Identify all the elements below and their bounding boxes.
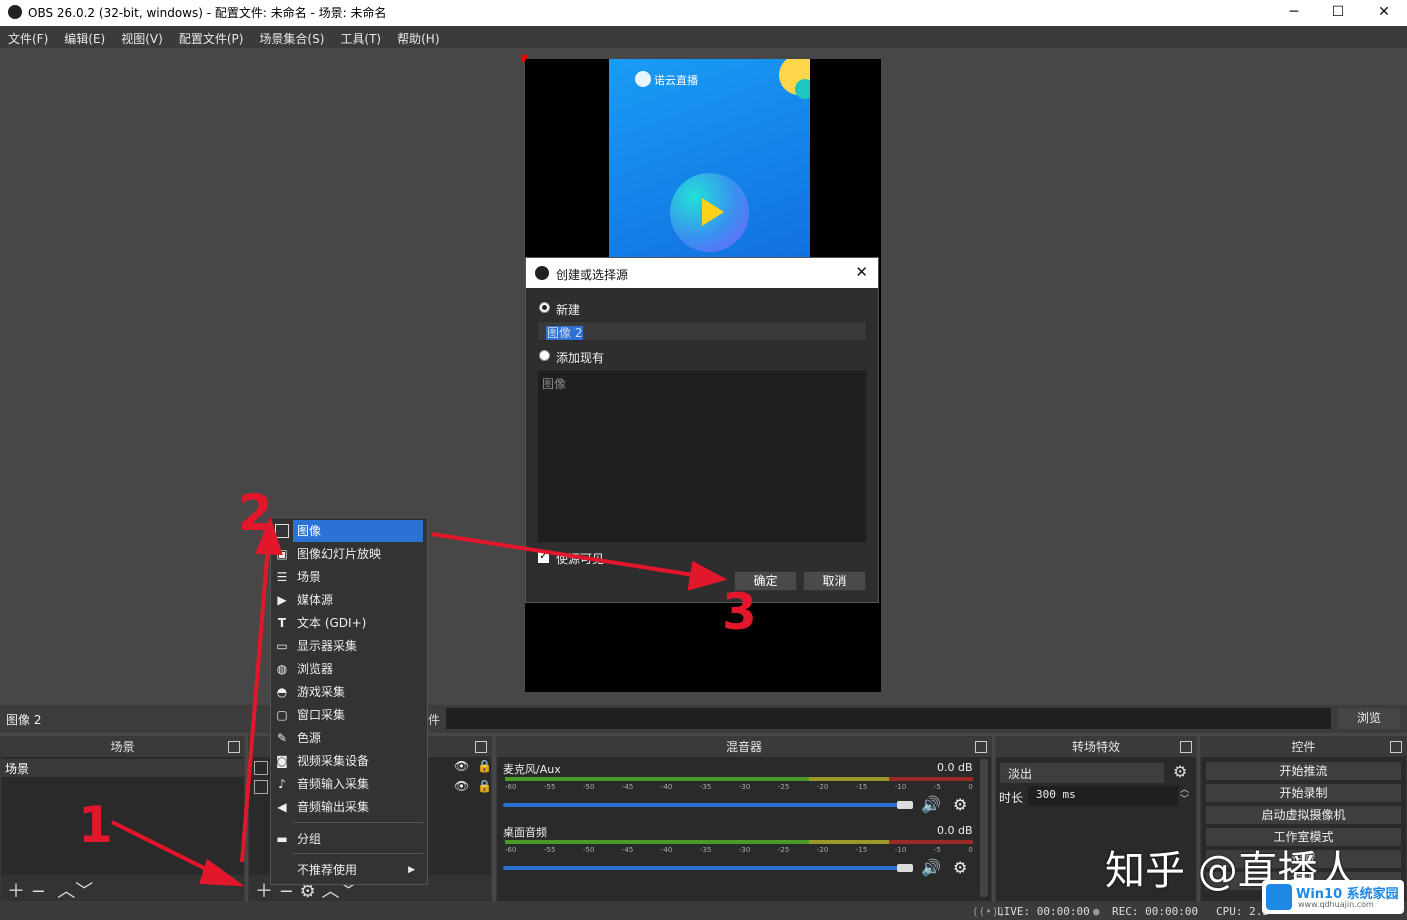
annotation-step-3: 3 <box>722 583 757 641</box>
win10-badge-url: www.qdhuajin.com <box>1298 900 1374 909</box>
win10-logo-icon <box>1266 884 1292 910</box>
annotation-step-1: 1 <box>78 796 113 854</box>
annotation-step-2: 2 <box>238 484 273 542</box>
annotation-arrows <box>111 516 728 887</box>
win10-badge: Win10 系统家园 www.qdhuajin.com <box>1262 880 1404 914</box>
